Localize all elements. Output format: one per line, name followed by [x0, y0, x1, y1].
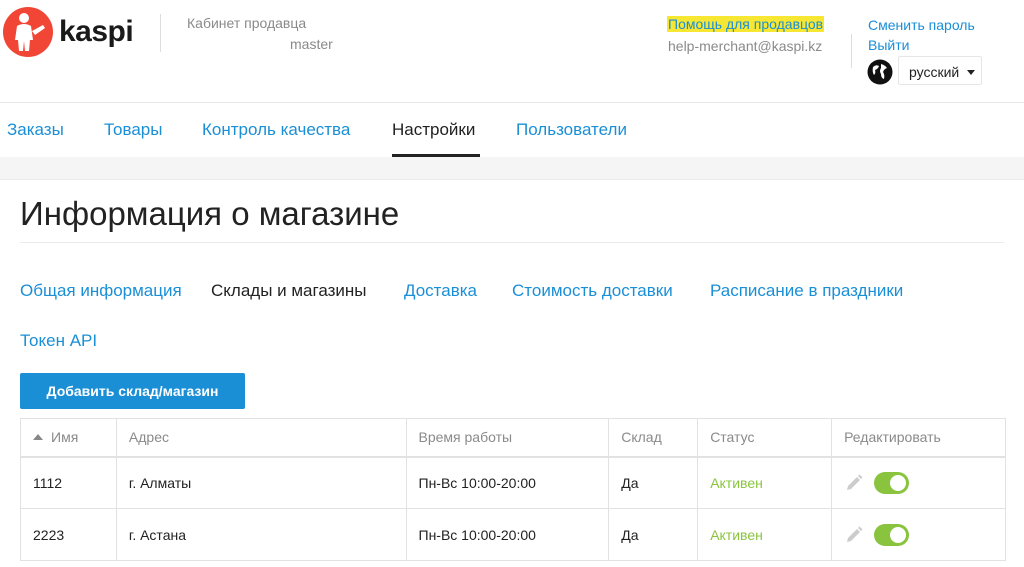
column-header-status: Статус: [697, 418, 833, 458]
language-select-value: русский: [909, 64, 960, 80]
row-name: 2223: [20, 508, 117, 561]
nav-users[interactable]: Пользователи: [516, 120, 627, 140]
warehouses-table: Имя Адрес Время работы Склад Статус Реда…: [20, 418, 1006, 561]
nav-settings[interactable]: Настройки: [392, 120, 475, 140]
kaspi-logo[interactable]: kaspi: [3, 7, 134, 57]
sort-asc-icon: [33, 433, 43, 440]
help-email: help-merchant@kaspi.kz: [668, 38, 823, 54]
table-row: 1112 г. Алматы Пн-Вс 10:00-20:00 Да Акти…: [20, 456, 1006, 509]
cabinet-title: Кабинет продавца: [187, 15, 307, 31]
nav-products[interactable]: Товары: [104, 120, 162, 140]
title-divider: [20, 242, 1004, 243]
subtab-warehouses-stores[interactable]: Склады и магазины: [211, 281, 367, 301]
row-address: г. Алматы: [115, 456, 407, 509]
pencil-icon[interactable]: [844, 525, 864, 545]
main-nav: Заказы Товары Контроль качества Настройк…: [0, 102, 1024, 158]
active-toggle[interactable]: [873, 471, 909, 494]
row-address: г. Астана: [115, 508, 407, 561]
row-edit: [831, 456, 1006, 509]
nav-orders[interactable]: Заказы: [7, 120, 64, 140]
logout-link[interactable]: Выйти: [868, 37, 909, 53]
header-divider: [160, 14, 161, 52]
row-edit: [831, 508, 1006, 561]
chevron-down-icon: [967, 70, 975, 75]
subtab-delivery-cost[interactable]: Стоимость доставки: [512, 281, 673, 301]
header: kaspi Кабинет продавца master Помощь для…: [0, 0, 1024, 102]
header-divider-right: [851, 34, 852, 68]
row-hours: Пн-Вс 10:00-20:00: [405, 508, 610, 561]
row-warehouse: Да: [608, 508, 699, 561]
row-status: Активен: [697, 508, 833, 561]
row-name: 1112: [20, 456, 117, 509]
column-header-warehouse: Склад: [608, 418, 699, 458]
table-row: 2223 г. Астана Пн-Вс 10:00-20:00 Да Акти…: [20, 508, 1006, 561]
help-link[interactable]: Помощь для продавцов: [667, 16, 825, 32]
pencil-icon[interactable]: [844, 473, 864, 493]
section-gap: [0, 157, 1024, 179]
kaspi-logo-text: kaspi: [59, 15, 134, 48]
globe-icon: [867, 59, 893, 85]
cabinet-user: master: [290, 36, 333, 52]
column-header-label: Имя: [51, 429, 79, 446]
column-header-address: Адрес: [115, 418, 407, 458]
page-title: Информация о магазине: [20, 195, 400, 232]
active-toggle[interactable]: [873, 523, 909, 546]
add-warehouse-button[interactable]: Добавить склад/магазин: [20, 373, 245, 409]
subtab-api-token[interactable]: Токен API: [20, 331, 97, 351]
row-warehouse: Да: [608, 456, 699, 509]
language-select[interactable]: русский: [898, 56, 982, 85]
nav-quality-control[interactable]: Контроль качества: [202, 120, 350, 140]
subtab-holiday-schedule[interactable]: Расписание в праздники: [710, 281, 903, 301]
kaspi-logo-mark-icon: [3, 7, 53, 57]
row-status: Активен: [697, 456, 833, 509]
column-header-hours: Время работы: [405, 418, 610, 458]
column-header-name[interactable]: Имя: [20, 418, 117, 458]
subtab-delivery[interactable]: Доставка: [404, 281, 477, 301]
column-header-edit: Редактировать: [831, 418, 1006, 458]
row-hours: Пн-Вс 10:00-20:00: [405, 456, 610, 509]
table-header-row: Имя Адрес Время работы Склад Статус Реда…: [20, 418, 1006, 458]
change-password-link[interactable]: Сменить пароль: [868, 17, 975, 33]
subtab-general-info[interactable]: Общая информация: [20, 281, 182, 301]
